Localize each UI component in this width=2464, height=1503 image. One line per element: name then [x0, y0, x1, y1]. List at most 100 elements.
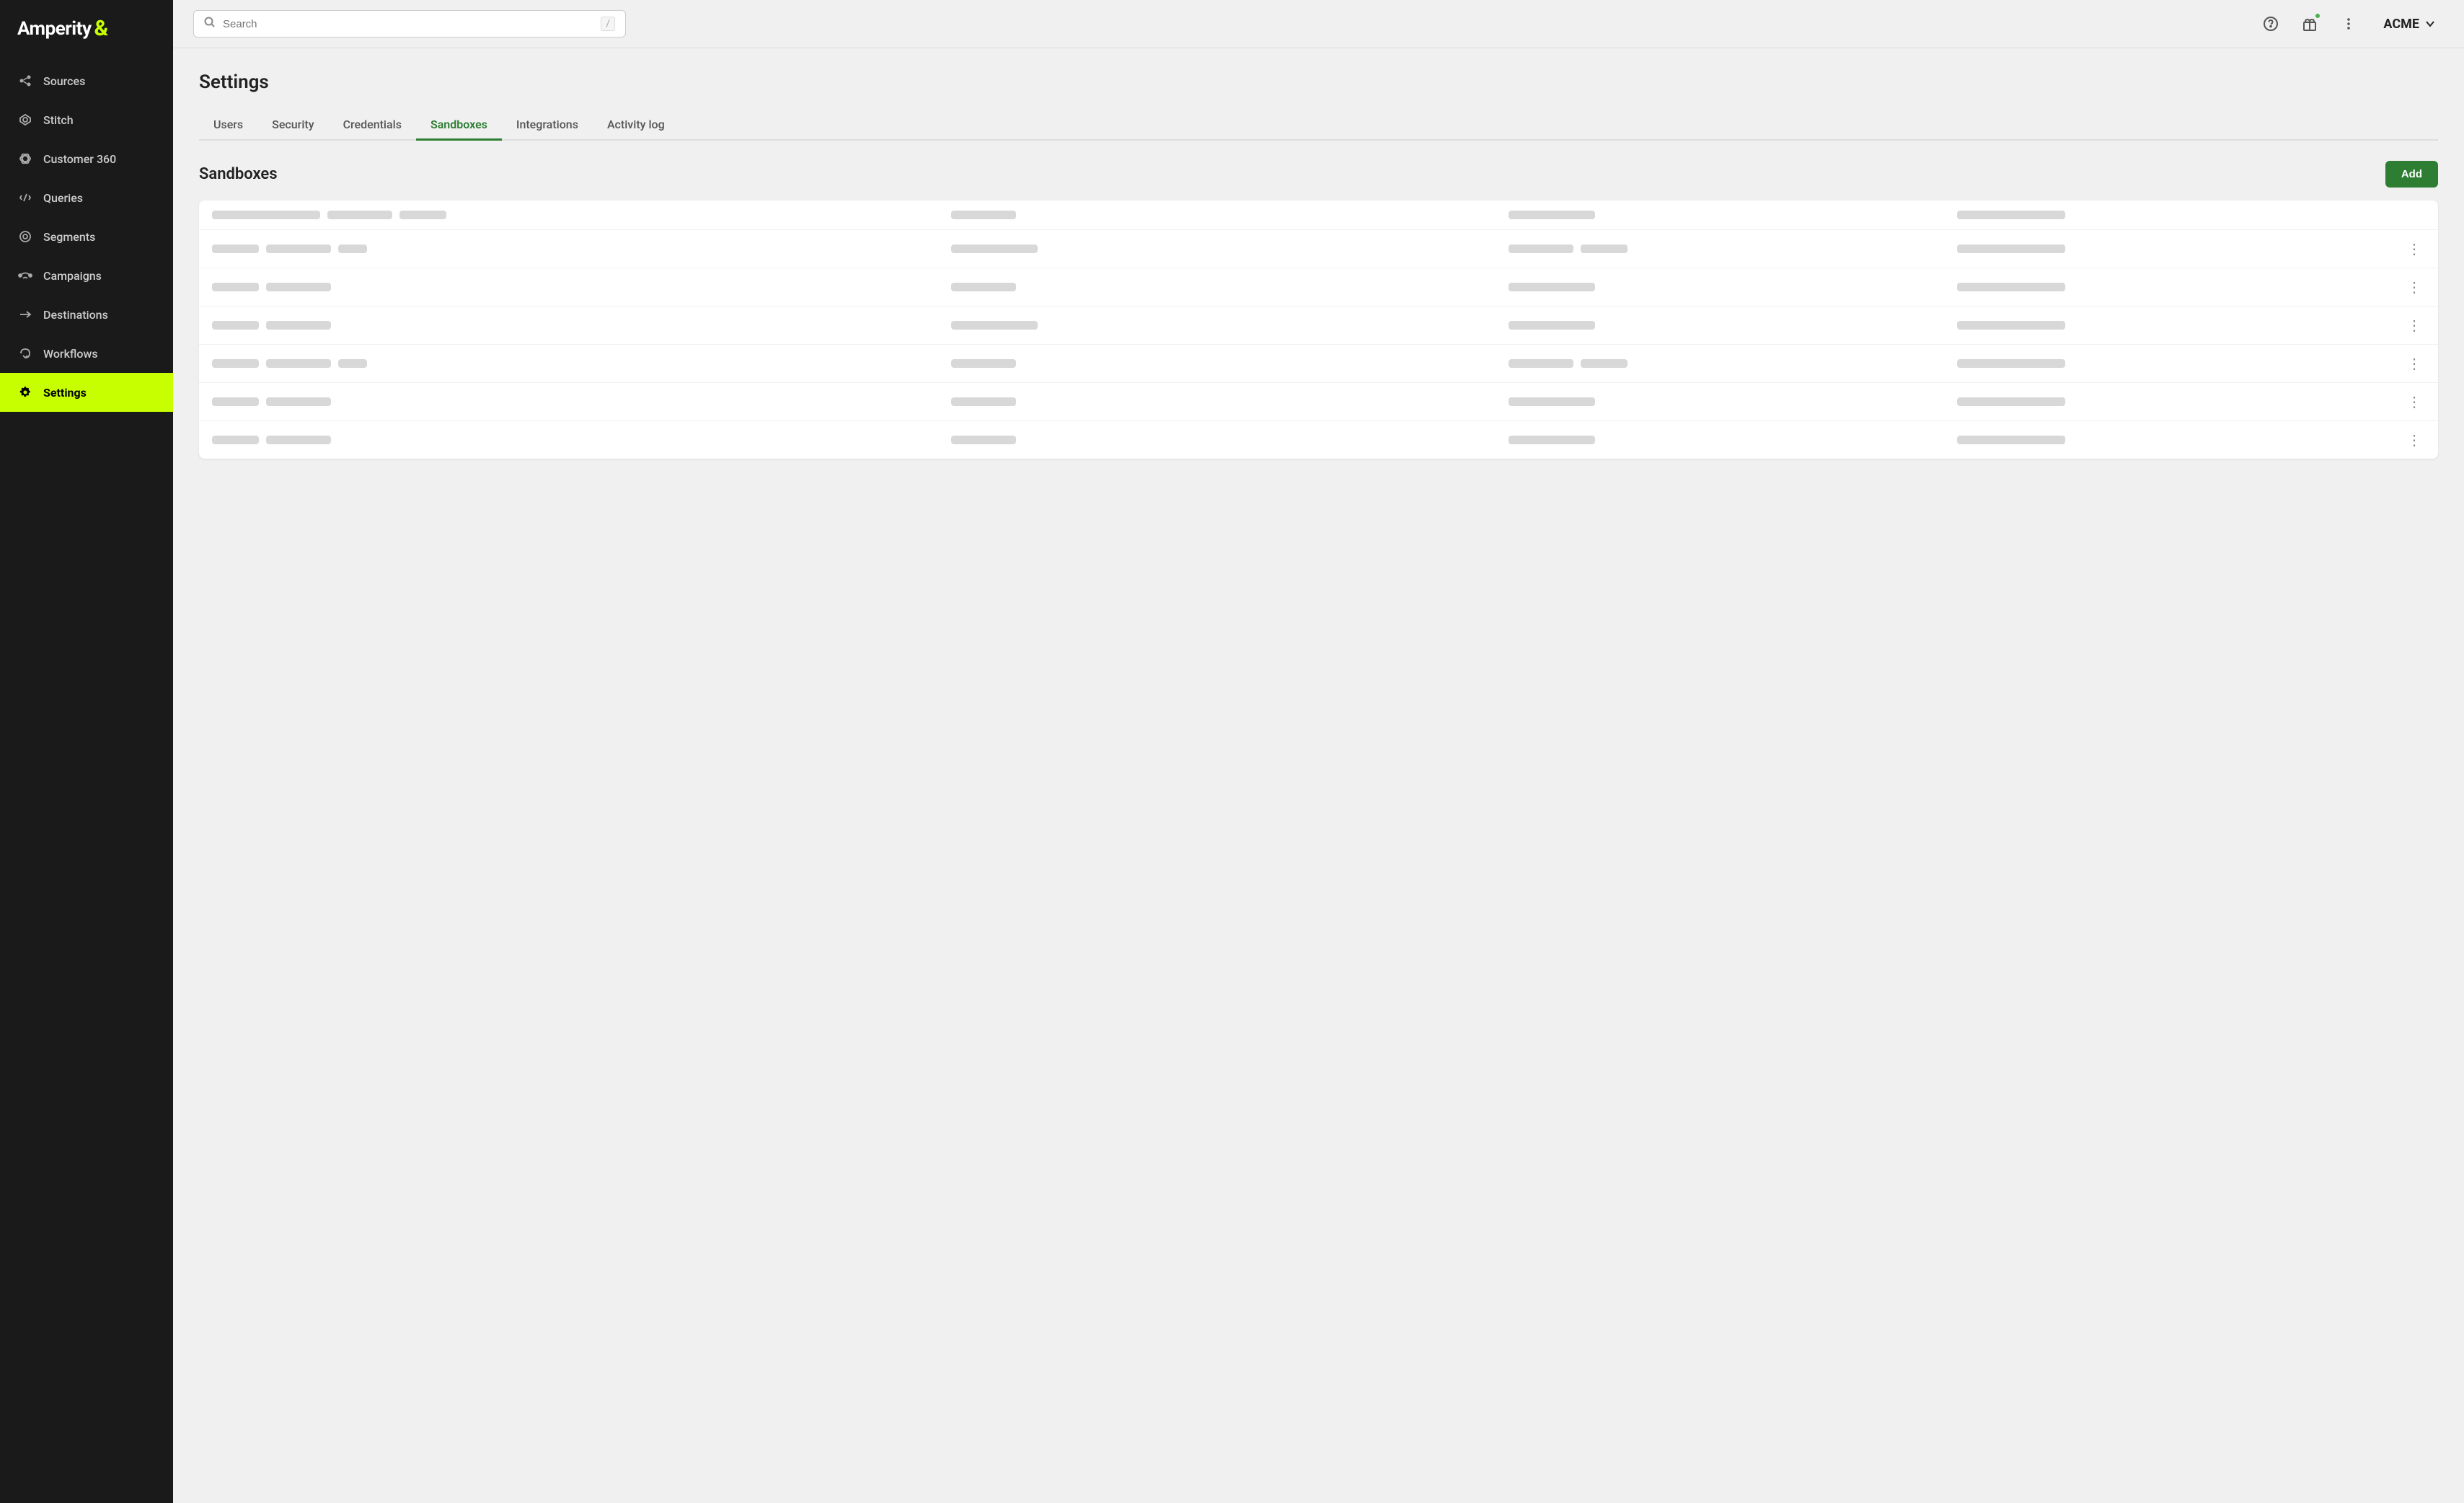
col-last — [1957, 244, 2393, 253]
sidebar-item-queries[interactable]: Queries — [0, 178, 173, 217]
skeleton-cell — [951, 436, 1016, 444]
skeleton-cell — [338, 244, 367, 253]
col-right — [1509, 359, 1945, 368]
gift-icon[interactable] — [2297, 11, 2323, 37]
col-name — [212, 359, 940, 368]
skeleton-cell — [1957, 283, 2065, 291]
skeleton-cell — [1509, 321, 1595, 330]
col-last — [1957, 359, 2393, 368]
sidebar-item-stitch[interactable]: Stitch — [0, 100, 173, 139]
skeleton-cell — [951, 244, 1038, 253]
col-right — [1509, 436, 1945, 444]
col-right — [1509, 211, 1945, 219]
row-more-button[interactable]: ⋮ — [2404, 240, 2426, 257]
sources-icon — [17, 73, 33, 89]
page-title: Settings — [199, 71, 2438, 93]
sidebar-item-settings[interactable]: Settings — [0, 373, 173, 412]
skeleton-cell — [266, 244, 331, 253]
more-options-icon[interactable] — [2336, 11, 2362, 37]
account-button[interactable]: ACME — [2375, 12, 2444, 36]
col-action[interactable]: ⋮ — [2405, 278, 2425, 296]
row-more-button[interactable]: ⋮ — [2404, 278, 2426, 296]
skeleton-cell — [266, 359, 331, 368]
search-container[interactable]: / — [193, 10, 626, 38]
col-name — [212, 436, 940, 444]
skeleton-cell — [1509, 436, 1595, 444]
col-last — [1957, 283, 2393, 291]
chevron-down-icon — [2425, 19, 2435, 29]
col-mid — [951, 244, 1497, 253]
sidebar-item-label: Workflows — [43, 347, 98, 361]
sidebar-nav: Sources Stitch Customer 360 — [0, 61, 173, 1503]
skeleton-cell — [266, 321, 331, 330]
tab-sandboxes[interactable]: Sandboxes — [416, 110, 502, 141]
skeleton-cell — [951, 211, 1016, 219]
col-action[interactable]: ⋮ — [2405, 317, 2425, 334]
sidebar-item-destinations[interactable]: Destinations — [0, 295, 173, 334]
table-row: ⋮ — [199, 383, 2438, 421]
row-more-button[interactable]: ⋮ — [2404, 317, 2426, 334]
sandboxes-title: Sandboxes — [199, 165, 278, 183]
col-mid — [951, 283, 1497, 291]
skeleton-cell — [338, 359, 367, 368]
skeleton-cell — [1509, 244, 1573, 253]
skeleton-cell — [212, 436, 259, 444]
skeleton-cell — [951, 283, 1016, 291]
table-row: ⋮ — [199, 307, 2438, 345]
col-right — [1509, 244, 1945, 253]
sidebar-item-segments[interactable]: Segments — [0, 217, 173, 256]
add-sandbox-button[interactable]: Add — [2385, 161, 2438, 188]
skeleton-cell — [1957, 321, 2065, 330]
settings-icon — [17, 384, 33, 400]
skeleton-cell — [1957, 359, 2065, 368]
skeleton-cell — [327, 211, 392, 219]
sidebar-item-customer360[interactable]: Customer 360 — [0, 139, 173, 178]
col-action[interactable]: ⋮ — [2405, 240, 2425, 257]
skeleton-cell — [1581, 244, 1628, 253]
tab-activity-log[interactable]: Activity log — [593, 110, 679, 141]
app-logo: Amperity& — [0, 0, 173, 61]
skeleton-cell — [212, 244, 259, 253]
col-last — [1957, 211, 2393, 219]
table-row: ⋮ — [199, 268, 2438, 307]
col-mid — [951, 321, 1497, 330]
tab-credentials[interactable]: Credentials — [329, 110, 416, 141]
skeleton-cell — [1957, 244, 2065, 253]
col-last — [1957, 397, 2393, 406]
account-name: ACME — [2383, 17, 2419, 32]
row-more-button[interactable]: ⋮ — [2404, 431, 2426, 449]
col-action[interactable]: ⋮ — [2405, 393, 2425, 410]
tab-users[interactable]: Users — [199, 110, 257, 141]
skeleton-cell — [212, 321, 259, 330]
skeleton-cell — [1509, 359, 1573, 368]
col-name — [212, 211, 940, 219]
tabs-bar: Users Security Credentials Sandboxes Int… — [199, 110, 2438, 141]
col-last — [1957, 436, 2393, 444]
skeleton-cell — [266, 397, 331, 406]
search-input[interactable] — [223, 18, 593, 30]
col-last — [1957, 321, 2393, 330]
sidebar-item-campaigns[interactable]: Campaigns — [0, 256, 173, 295]
row-more-button[interactable]: ⋮ — [2404, 393, 2426, 410]
help-icon[interactable] — [2258, 11, 2284, 37]
tab-integrations[interactable]: Integrations — [502, 110, 593, 141]
sidebar-item-label: Customer 360 — [43, 152, 116, 166]
sidebar: Amperity& Sources Stitch — [0, 0, 173, 1503]
tab-security[interactable]: Security — [257, 110, 328, 141]
row-more-button[interactable]: ⋮ — [2404, 355, 2426, 372]
sidebar-item-label: Settings — [43, 386, 87, 400]
skeleton-cell — [1957, 397, 2065, 406]
col-action[interactable]: ⋮ — [2405, 431, 2425, 449]
topbar-actions: ACME — [2258, 11, 2444, 37]
col-action[interactable]: ⋮ — [2405, 355, 2425, 372]
skeleton-cell — [1581, 359, 1628, 368]
stitch-icon — [17, 112, 33, 128]
skeleton-cell — [266, 436, 331, 444]
sidebar-item-label: Campaigns — [43, 269, 102, 283]
sidebar-item-workflows[interactable]: Workflows — [0, 334, 173, 373]
sidebar-item-sources[interactable]: Sources — [0, 61, 173, 100]
campaigns-icon — [17, 268, 33, 283]
content-area: Settings Users Security Credentials Sand… — [173, 48, 2464, 1503]
col-name — [212, 244, 940, 253]
col-mid — [951, 359, 1497, 368]
